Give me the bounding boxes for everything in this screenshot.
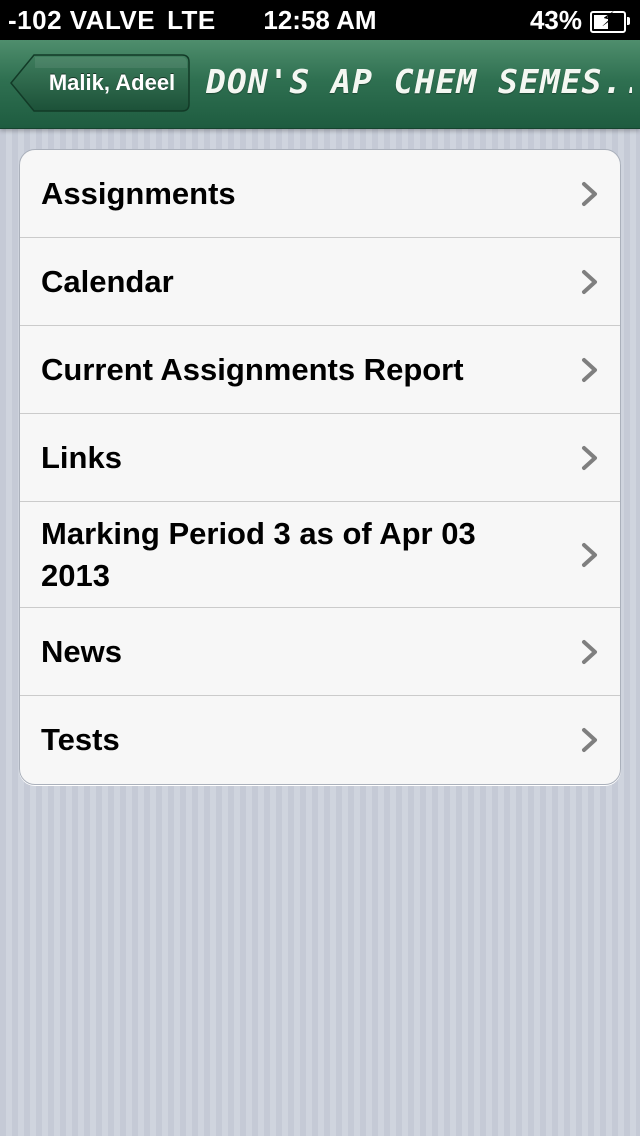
- chevron-right-icon: [582, 542, 597, 567]
- list-item-news[interactable]: News: [20, 608, 620, 696]
- list-item-label: News: [41, 633, 122, 669]
- chevron-right-icon: [582, 269, 597, 294]
- chevron-right-icon: [582, 181, 597, 206]
- list-item-label: Calendar: [41, 263, 174, 299]
- list-item-label: Tests: [41, 722, 120, 757]
- charging-bolt-icon: ⚡: [600, 8, 616, 31]
- navigation-bar: Malik, Adeel DON'S AP CHEM SEMES...: [0, 40, 640, 129]
- battery-charging-icon: ⚡: [590, 9, 630, 33]
- menu-list: Assignments Calendar Current Assignments…: [19, 149, 621, 785]
- list-item-tests[interactable]: Tests: [20, 696, 620, 784]
- list-item-label: Assignments: [41, 175, 236, 211]
- status-bar: -102 VALVE LTE 12:58 AM 43% ⚡: [0, 0, 640, 40]
- list-item-links[interactable]: Links: [20, 414, 620, 502]
- list-item-label: Current Assignments Report: [41, 351, 464, 387]
- page-title: DON'S AP CHEM SEMES...: [206, 62, 632, 101]
- list-item-assignments[interactable]: Assignments: [20, 150, 620, 238]
- battery-status: 43% ⚡: [529, 5, 630, 36]
- list-item-label: Links: [41, 439, 122, 475]
- chevron-right-icon: [582, 728, 597, 752]
- list-item-current-assignments-report[interactable]: Current Assignments Report: [20, 326, 620, 414]
- chevron-right-icon: [582, 445, 597, 470]
- list-item-calendar[interactable]: Calendar: [20, 238, 620, 326]
- back-button-label: Malik, Adeel: [48, 70, 176, 95]
- back-button[interactable]: Malik, Adeel: [10, 54, 190, 112]
- list-item-marking-period[interactable]: Marking Period 3 as of Apr 03 2013: [20, 502, 620, 608]
- chevron-right-icon: [582, 639, 597, 664]
- battery-percent: 43%: [529, 5, 582, 35]
- chevron-right-icon: [582, 357, 597, 382]
- list-item-label: Marking Period 3 as of Apr 03 2013: [41, 515, 476, 593]
